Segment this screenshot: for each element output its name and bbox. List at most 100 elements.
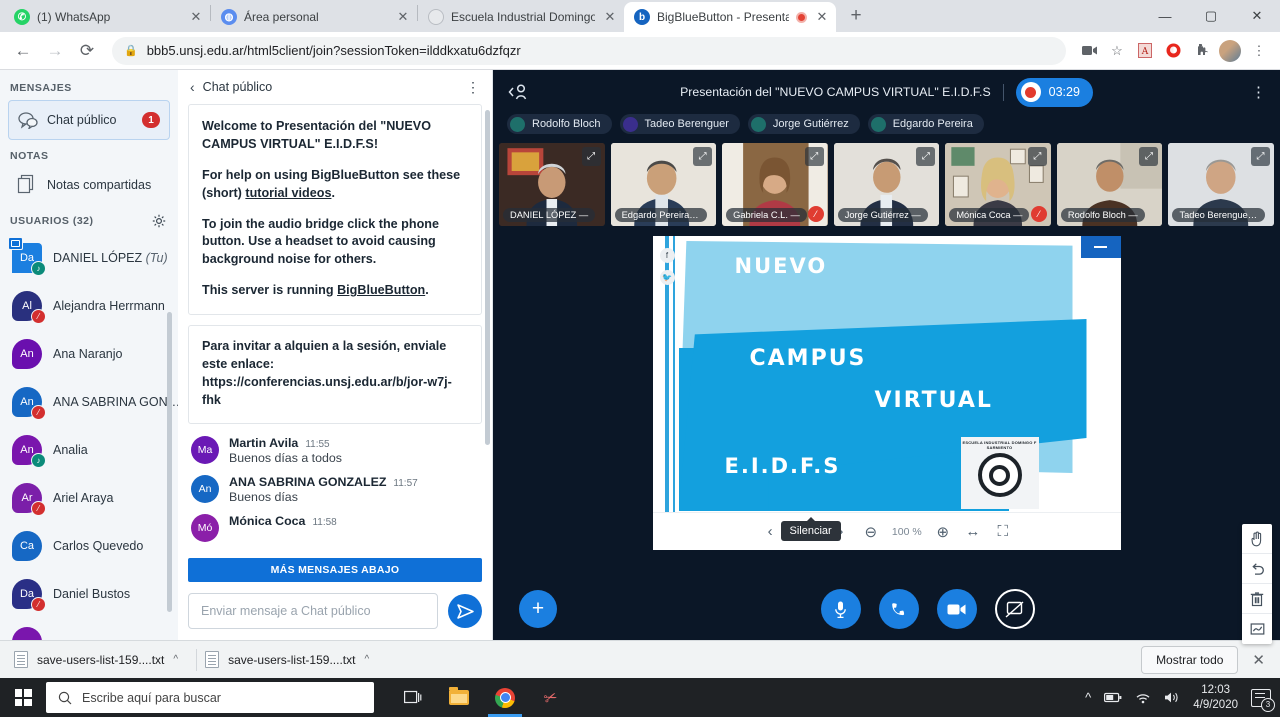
wifi-icon[interactable]	[1135, 692, 1151, 704]
phone-icon[interactable]	[878, 589, 919, 629]
volume-icon[interactable]	[1164, 691, 1180, 704]
list-item[interactable]	[12, 618, 178, 640]
close-icon[interactable]: ✕	[814, 9, 830, 25]
address-bar[interactable]: 🔒 bbb5.unsj.edu.ar/html5client/join?sess…	[112, 36, 1066, 65]
talker-chip[interactable]: Edgardo Pereira	[867, 114, 984, 134]
expand-arrows-icon[interactable]: ⤢	[581, 147, 601, 166]
user-name: ANA SABRINA GON…	[53, 395, 178, 409]
talker-chip[interactable]: Tadeo Berenguer	[619, 114, 740, 134]
notifications-icon[interactable]: 3	[1251, 688, 1275, 712]
list-item[interactable]: Da ⁄ Daniel Bustos	[12, 570, 178, 618]
file-explorer-icon[interactable]	[436, 678, 482, 717]
list-item[interactable]: Ca Carlos Quevedo	[12, 522, 178, 570]
webcam-tile[interactable]: ⤢ Rodolfo Bloch —	[1056, 143, 1163, 226]
window-close-button[interactable]: ✕	[1234, 0, 1280, 32]
pdf-icon[interactable]: A	[1132, 38, 1158, 64]
hand-pointer-icon[interactable]	[1242, 524, 1272, 554]
system-tray: ^ 12:03 4/9/2020 3	[1085, 683, 1280, 712]
extensions-puzzle-icon[interactable]	[1188, 38, 1214, 64]
download-item[interactable]: save-users-list-159....txt ^	[12, 647, 190, 673]
send-paper-plane-icon[interactable]	[448, 594, 482, 628]
slide-canvas[interactable]: f 🐦 NUEVO CAMPUS VIRTUAL E.I.D.F.S ESCUE…	[652, 236, 1121, 512]
talker-chip[interactable]: Rodolfo Bloch	[507, 114, 612, 134]
chat-scrollbar[interactable]	[485, 110, 490, 445]
window-maximize-button[interactable]: ▢	[1188, 0, 1234, 32]
gear-icon[interactable]	[152, 214, 166, 228]
collapse-users-icon[interactable]	[507, 82, 531, 102]
fit-width-icon[interactable]: ↔	[958, 517, 988, 547]
list-item[interactable]: Da ♪ DANIEL LÓPEZ (Tu)	[8, 234, 178, 282]
expand-arrows-icon[interactable]: ⤢	[693, 147, 713, 166]
browser-tab-1[interactable]: ◍ Área personal ✕	[211, 2, 417, 32]
twitter-icon[interactable]: 🐦	[659, 270, 675, 285]
webcam-tile[interactable]: ⤢ Edgardo Pereira —	[610, 143, 717, 226]
taskbar-search-input[interactable]: Escribe aquí para buscar	[46, 682, 374, 713]
plus-circle-icon[interactable]: ⊕	[928, 517, 958, 547]
task-view-icon[interactable]	[390, 678, 436, 717]
camera-icon[interactable]	[1076, 38, 1102, 64]
webcam-tile[interactable]: ⤢ Mónica Coca — ⁄	[945, 143, 1051, 226]
webcam-tile[interactable]: ⤢ DANIEL LÓPEZ —	[499, 143, 605, 226]
users-list-scrollbar[interactable]	[167, 312, 172, 612]
kebab-menu-icon[interactable]: ⋮	[466, 79, 480, 96]
list-item[interactable]: An ♪ Analia	[12, 426, 178, 474]
expand-arrows-icon[interactable]: ⤢	[1027, 147, 1047, 166]
kebab-menu-icon[interactable]: ⋮	[1251, 83, 1266, 101]
sidebar-item-public-chat[interactable]: Chat público 1	[8, 100, 170, 140]
fullscreen-icon[interactable]: ⛶	[988, 517, 1018, 547]
list-item[interactable]: Al ⁄ Alejandra Herrmann	[12, 282, 178, 330]
download-item[interactable]: save-users-list-159....txt ^	[203, 647, 381, 673]
forward-button[interactable]: →	[40, 36, 70, 66]
list-item[interactable]: An Ana Naranjo	[12, 330, 178, 378]
chevron-up-icon[interactable]: ^	[1085, 690, 1091, 705]
screen-share-off-icon[interactable]	[994, 589, 1035, 629]
adblock-icon[interactable]	[1160, 38, 1186, 64]
list-item[interactable]: An ⁄ ANA SABRINA GON…	[12, 378, 178, 426]
chevron-up-icon[interactable]: ^	[364, 654, 369, 665]
browser-tab-0[interactable]: ✆ (1) WhatsApp ✕	[4, 2, 210, 32]
list-item[interactable]: Ar ⁄ Ariel Araya	[12, 474, 178, 522]
battery-icon[interactable]	[1104, 692, 1122, 703]
chrome-icon[interactable]	[482, 678, 528, 717]
minimize-icon[interactable]	[1080, 236, 1121, 258]
browser-tab-2[interactable]: Escuela Industrial Domingo Faust ✕	[418, 2, 624, 32]
chat-input[interactable]: Enviar mensaje a Chat público	[188, 593, 438, 629]
expand-arrows-icon[interactable]: ⤢	[1139, 147, 1159, 166]
expand-arrows-icon[interactable]: ⤢	[916, 147, 936, 166]
close-icon[interactable]: ✕	[395, 9, 411, 25]
webcam-tile[interactable]: ⤢ Jorge Gutiérrez —	[833, 143, 940, 226]
expand-arrows-icon[interactable]: ⤢	[1251, 147, 1271, 166]
microphone-icon[interactable]	[820, 589, 861, 629]
taskbar-clock[interactable]: 12:03 4/9/2020	[1193, 683, 1238, 712]
browser-tab-3[interactable]: b BigBlueButton - Presentació ✕	[624, 2, 836, 32]
bigbluebutton-link[interactable]: BigBlueButton	[337, 283, 425, 297]
sidebar-item-shared-notes[interactable]: Notas compartidas	[8, 168, 170, 202]
minus-circle-icon[interactable]: ⊖	[856, 517, 886, 547]
talker-chip[interactable]: Jorge Gutiérrez	[747, 114, 860, 134]
chat-messages-area[interactable]: Welcome to Presentación del "NUEVO CAMPU…	[178, 104, 492, 582]
facebook-icon[interactable]: f	[659, 248, 675, 263]
chevron-left-icon[interactable]: ‹	[190, 79, 195, 95]
show-all-downloads-button[interactable]: Mostrar todo	[1141, 645, 1239, 674]
new-tab-button[interactable]: +	[842, 2, 870, 30]
more-messages-below-button[interactable]: MÁS MENSAJES ABAJO	[188, 558, 482, 582]
webcam-tile[interactable]: ⤢ Gabriela C.L. — ⁄	[722, 143, 828, 226]
window-minimize-button[interactable]: —	[1142, 0, 1188, 32]
tutorial-videos-link[interactable]: tutorial videos	[245, 186, 331, 200]
webcam-tile[interactable]: ⤢ Tadeo Berenguer —	[1168, 143, 1275, 226]
close-icon[interactable]: ✕	[188, 9, 204, 25]
close-icon[interactable]: ✕	[602, 9, 618, 25]
back-button[interactable]: ←	[8, 36, 38, 66]
bookmark-star-icon[interactable]: ☆	[1104, 38, 1130, 64]
users-list[interactable]: Da ♪ DANIEL LÓPEZ (Tu) Al ⁄ Alejandra He…	[0, 234, 178, 640]
close-icon[interactable]: ✕	[1252, 651, 1268, 669]
chevron-up-icon[interactable]: ^	[173, 654, 178, 665]
expand-arrows-icon[interactable]: ⤢	[804, 147, 824, 166]
chrome-menu-icon[interactable]: ⋮	[1246, 38, 1272, 64]
snipping-tool-icon[interactable]: ✂	[528, 678, 574, 717]
recording-indicator[interactable]: 03:29	[1015, 77, 1093, 107]
profile-avatar[interactable]	[1219, 39, 1241, 62]
video-camera-icon[interactable]	[936, 589, 977, 629]
windows-logo-icon[interactable]	[0, 678, 46, 717]
reload-button[interactable]: ⟳	[72, 36, 102, 66]
